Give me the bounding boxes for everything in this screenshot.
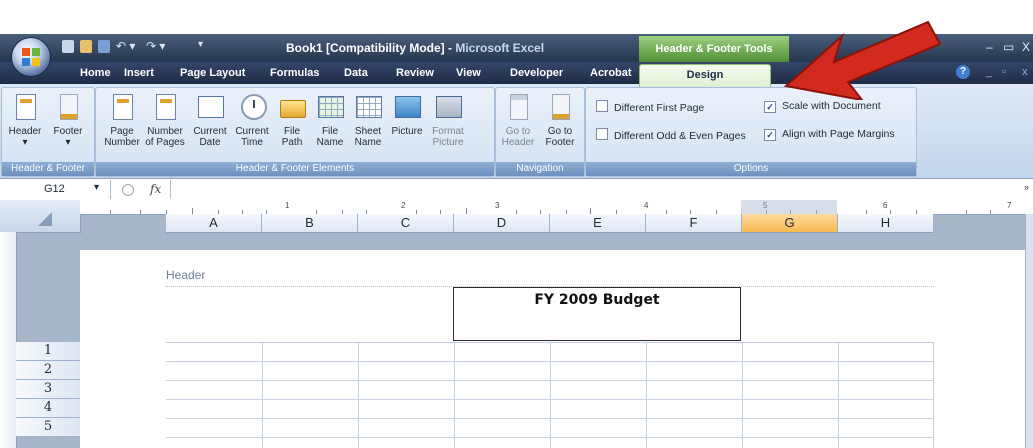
header-button[interactable]: Header ▾ [4,92,46,148]
cell-grid[interactable] [166,342,934,448]
tab-view[interactable]: View [456,67,481,79]
tab-design[interactable]: Design [639,64,771,87]
vertical-scrollbar[interactable] [1025,214,1033,448]
tab-data[interactable]: Data [344,67,368,79]
checkmark-icon: ✓ [764,101,776,113]
sheet-name-button[interactable]: Sheet Name [350,92,386,148]
workbook-restore-icon[interactable]: ▫ [1002,66,1006,78]
ruler-margin-shade [741,200,837,214]
checkmark-icon: ✓ [764,129,776,141]
row-header[interactable]: 1 [16,342,80,361]
go-to-footer-button[interactable]: Go to Footer [540,92,580,148]
column-header[interactable]: D [454,214,550,233]
different-odd-even-checkbox[interactable]: Different Odd & Even Pages [596,128,746,142]
picture-button[interactable]: Picture [388,92,426,137]
group-navigation: Go to Header Go to Footer Navigation [495,87,585,177]
formula-cancel-icon[interactable] [122,184,134,196]
row-header[interactable]: 2 [16,361,80,380]
group-header-footer: Header ▾ Footer ▾ Header & Footer [1,87,95,177]
file-path-button[interactable]: File Path [274,92,310,148]
tab-formulas[interactable]: Formulas [270,67,320,79]
column-header-selected[interactable]: G [742,214,838,233]
row-header[interactable]: 4 [16,399,80,418]
go-to-header-icon [504,92,532,122]
undo-icon[interactable]: ↶ ▾ [116,39,135,53]
format-picture-icon [434,92,462,122]
column-header[interactable]: C [358,214,454,233]
clock-icon [238,92,267,122]
maximize-icon[interactable]: ▭ [1003,40,1014,54]
group-label-options: Options [586,162,916,176]
column-header[interactable]: B [262,214,358,233]
row-header[interactable]: 5 [16,418,80,437]
calendar-icon [196,92,224,122]
name-box[interactable]: G12 ▾ [0,180,111,199]
page-number-icon [108,92,136,122]
minimize-icon[interactable]: – [986,40,993,54]
number-of-pages-button[interactable]: Number of Pages [142,92,188,148]
sheet-icon [354,92,382,122]
tab-insert[interactable]: Insert [124,67,154,79]
tab-acrobat[interactable]: Acrobat [590,67,632,79]
group-elements: Page Number Number of Pages Current Date… [95,87,495,177]
row-header[interactable]: 3 [16,380,80,399]
redo-icon[interactable]: ↷ ▾ [146,39,165,53]
insert-function-icon[interactable]: fx [150,182,161,196]
expand-formula-icon[interactable]: » [1024,182,1029,192]
folder-icon [278,92,306,122]
select-all-button[interactable] [0,200,81,233]
column-header[interactable]: A [166,214,262,233]
horizontal-ruler: 1 2 3 4 5 6 7 [80,200,1033,215]
group-label-navigation: Navigation [496,162,584,176]
group-label-elements: Header & Footer Elements [96,162,494,176]
column-header[interactable]: H [838,214,934,233]
vertical-ruler [0,232,17,448]
workbook-close-icon[interactable]: x [1022,66,1028,78]
current-date-button[interactable]: Current Date [190,92,230,148]
go-to-header-button[interactable]: Go to Header [498,92,538,148]
group-label-header-footer: Header & Footer [2,162,94,176]
help-icon[interactable]: ? [956,65,970,79]
close-icon[interactable]: X [1022,40,1030,54]
column-header[interactable]: F [646,214,742,233]
qat-customize-icon[interactable]: ▾ [198,39,203,50]
open-icon[interactable] [80,40,92,53]
current-time-button[interactable]: Current Time [232,92,272,148]
format-picture-button[interactable]: Format Picture [428,92,468,148]
tab-review[interactable]: Review [396,67,434,79]
footer-icon [54,92,82,122]
annotation-arrow [783,20,942,100]
center-header-section[interactable]: FY 2009 Budget [453,287,741,341]
scale-with-document-checkbox[interactable]: ✓ Scale with Document [764,100,881,113]
tab-developer[interactable]: Developer [510,67,563,79]
file-name-icon [316,92,344,122]
header-icon [11,92,39,122]
contextual-tools-title: Header & Footer Tools [639,36,789,62]
tab-home[interactable]: Home [80,67,111,79]
go-to-footer-icon [546,92,574,122]
picture-icon [393,92,421,122]
group-options: Different First Page Different Odd & Eve… [585,87,917,177]
number-of-pages-icon [151,92,179,122]
office-button[interactable] [11,37,51,77]
formula-bar: G12 ▾ fx » [0,180,1033,201]
save-icon[interactable] [62,40,74,53]
tab-page-layout[interactable]: Page Layout [180,67,245,79]
page-number-button[interactable]: Page Number [102,92,142,148]
checkbox-icon [596,128,608,140]
column-header[interactable]: E [550,214,646,233]
window-title: Book1 [Compatibility Mode] - Microsoft E… [286,41,545,55]
file-name-button[interactable]: File Name [312,92,348,148]
office-logo-icon [22,48,40,66]
save-as-icon[interactable] [98,40,110,53]
footer-button[interactable]: Footer ▾ [46,92,90,148]
formula-input[interactable] [170,180,1026,199]
chevron-down-icon[interactable]: ▾ [94,182,99,193]
different-first-page-checkbox[interactable]: Different First Page [596,100,704,114]
align-with-margins-checkbox[interactable]: ✓ Align with Page Margins [764,128,895,141]
workbook-minimize-icon[interactable]: _ [986,66,992,78]
header-label: Header [166,268,206,282]
checkbox-icon [596,100,608,112]
